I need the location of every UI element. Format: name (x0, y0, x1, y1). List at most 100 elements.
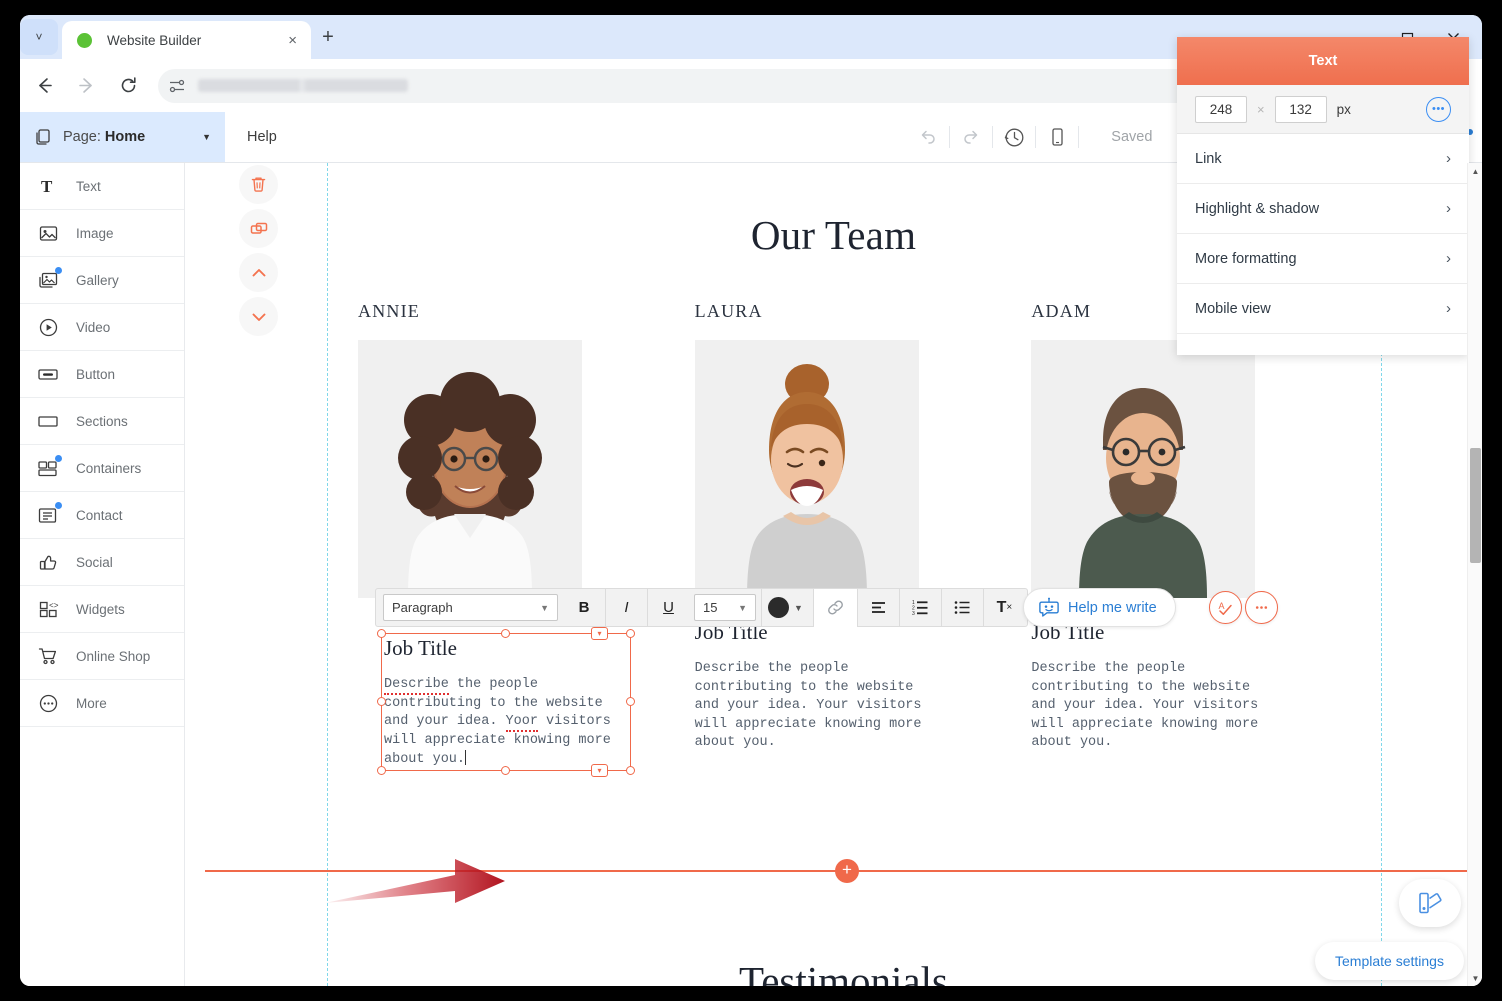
misspelled-word: Describe (384, 677, 449, 695)
sidebar-item-button[interactable]: Button (20, 351, 184, 398)
resize-handle[interactable] (377, 629, 386, 638)
sidebar-item-contact[interactable]: Contact (20, 492, 184, 539)
width-input[interactable]: 248 (1195, 96, 1247, 123)
member-photo[interactable] (695, 340, 919, 598)
resize-handle[interactable] (377, 697, 386, 706)
sidebar-item-image[interactable]: Image (20, 210, 184, 257)
tab-list-chevron-icon[interactable]: ˅ (20, 19, 58, 55)
template-design-icon[interactable] (1399, 879, 1461, 927)
sidebar-item-video[interactable]: Video (20, 304, 184, 351)
resize-handle[interactable] (501, 766, 510, 775)
sidebar-item-containers[interactable]: Containers (20, 445, 184, 492)
vertical-grip-top-icon[interactable]: ▾ (591, 627, 608, 640)
panel-row-more-formatting[interactable]: More formatting › (1177, 234, 1469, 284)
underline-button[interactable]: U (647, 589, 689, 627)
scroll-down-icon[interactable]: ▼ (1468, 970, 1482, 986)
paragraph-style-select[interactable]: Paragraph ▼ (383, 594, 558, 621)
sidebar-item-widgets[interactable]: <> Widgets (20, 586, 184, 633)
new-badge (55, 502, 62, 509)
scrollbar-thumb[interactable] (1470, 448, 1481, 563)
contact-icon (36, 503, 60, 527)
size-more-options-icon[interactable]: ••• (1426, 97, 1451, 122)
member-description[interactable]: Describe the people contributing to the … (695, 660, 945, 753)
back-icon[interactable] (26, 68, 62, 104)
scroll-up-icon[interactable]: ▲ (1468, 163, 1482, 179)
sidebar-item-label: Contact (76, 508, 123, 523)
template-settings-button[interactable]: Template settings (1315, 942, 1464, 980)
panel-row-highlight-shadow[interactable]: Highlight & shadow › (1177, 184, 1469, 234)
text-color-picker[interactable]: ▼ (761, 589, 813, 627)
containers-icon (36, 456, 60, 480)
close-tab-icon[interactable]: × (284, 33, 301, 48)
chevron-down-icon[interactable] (239, 297, 278, 336)
member-description[interactable]: Describe the people contributing to the … (1031, 660, 1281, 753)
sidebar-item-gallery[interactable]: Gallery (20, 257, 184, 304)
align-left-icon[interactable] (857, 589, 899, 627)
clear-formatting-button[interactable]: T× (983, 589, 1025, 627)
forward-icon[interactable] (68, 68, 104, 104)
sidebar-item-text[interactable]: T Text (20, 163, 184, 210)
reload-icon[interactable] (110, 68, 146, 104)
team-member[interactable]: LAURA (695, 301, 1032, 753)
help-button[interactable]: Help (225, 112, 299, 162)
underline-label: U (663, 599, 674, 616)
resize-handle[interactable] (626, 629, 635, 638)
spellcheck-icon[interactable]: A (1209, 591, 1242, 624)
font-size-select[interactable]: 15 ▼ (694, 594, 756, 621)
new-badge (55, 455, 62, 462)
panel-row-link[interactable]: Link › (1177, 134, 1469, 184)
vertical-scrollbar[interactable]: ▲ ▼ (1467, 163, 1482, 986)
bullet-list-icon[interactable] (941, 589, 983, 627)
pages-icon (34, 128, 53, 147)
duplicate-icon[interactable] (239, 209, 278, 248)
resize-handle[interactable] (626, 697, 635, 706)
numbered-list-icon[interactable]: 123 (899, 589, 941, 627)
page-selector[interactable]: Page: Home ▼ (20, 112, 225, 162)
sidebar-item-label: Containers (76, 461, 141, 476)
sidebar-item-label: Image (76, 226, 114, 241)
italic-button[interactable]: I (605, 589, 647, 627)
paragraph-style-value: Paragraph (392, 600, 453, 615)
member-name: ANNIE (358, 301, 695, 322)
link-icon[interactable] (813, 589, 857, 627)
panel-row-label: More formatting (1195, 251, 1297, 267)
sidebar-item-sections[interactable]: Sections (20, 398, 184, 445)
chevron-up-icon[interactable] (239, 253, 278, 292)
selected-text-content[interactable]: Job Title Describe the people contributi… (382, 634, 630, 770)
trash-icon[interactable] (239, 165, 278, 204)
color-swatch (768, 597, 789, 618)
misspelled-word: Yoor (506, 714, 538, 732)
chevron-down-icon[interactable]: ▼ (202, 132, 211, 142)
sidebar-item-social[interactable]: Social (20, 539, 184, 586)
sidebar-item-more[interactable]: More (20, 680, 184, 727)
panel-row-mobile-view[interactable]: Mobile view › (1177, 284, 1469, 334)
member-name: LAURA (695, 301, 1032, 322)
new-tab-button[interactable]: + (316, 27, 340, 47)
favicon-icon (77, 33, 92, 48)
widgets-icon: <> (36, 597, 60, 621)
help-me-write-button[interactable]: Help me write (1023, 588, 1176, 627)
sidebar-item-online-shop[interactable]: Online Shop (20, 633, 184, 680)
bold-button[interactable]: B (563, 589, 605, 627)
chevron-down-icon: ▼ (794, 603, 803, 613)
history-icon[interactable] (993, 112, 1035, 162)
resize-handle[interactable] (377, 766, 386, 775)
help-me-write-label: Help me write (1068, 600, 1157, 616)
sidebar-item-label: Social (76, 555, 113, 570)
resize-handle[interactable] (626, 766, 635, 775)
image-icon (36, 221, 60, 245)
resize-handle[interactable] (501, 629, 510, 638)
selected-text-element[interactable]: Job Title Describe the people contributi… (381, 633, 631, 771)
more-dots-icon[interactable] (1245, 591, 1278, 624)
sections-icon (36, 409, 60, 433)
member-photo[interactable] (358, 340, 582, 598)
redo-icon[interactable] (950, 112, 992, 162)
member-photo[interactable] (1031, 340, 1255, 598)
vertical-grip-bottom-icon[interactable]: ▾ (591, 764, 608, 777)
browser-tab[interactable]: Website Builder × (62, 21, 311, 59)
team-member[interactable]: ADAM (1031, 301, 1368, 753)
height-input[interactable]: 132 (1275, 96, 1327, 123)
mobile-icon[interactable] (1036, 112, 1078, 162)
undo-icon[interactable] (907, 112, 949, 162)
panel-row-label: Highlight & shadow (1195, 201, 1319, 217)
